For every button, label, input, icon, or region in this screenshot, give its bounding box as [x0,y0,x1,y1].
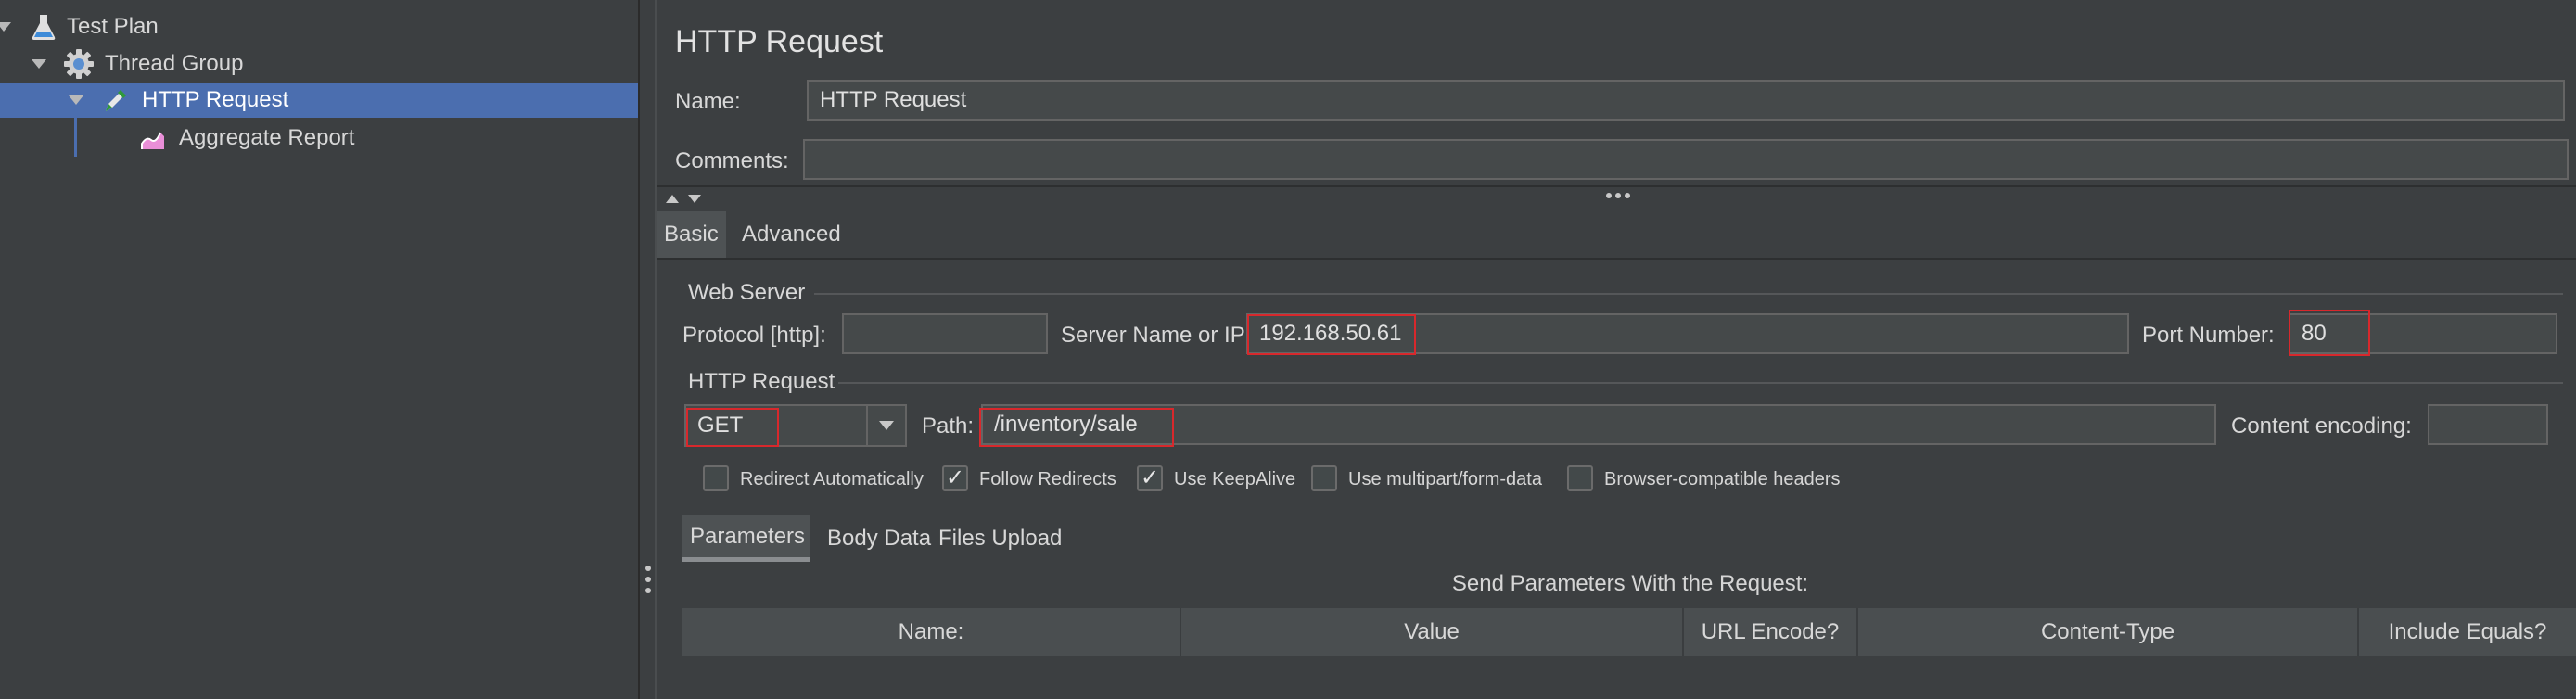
parameters-caption: Send Parameters With the Request: [1451,571,1809,596]
checkbox-label: Use KeepAlive [1174,469,1296,489]
protocol-label: Protocol [http]: [682,323,826,348]
tab-files-upload[interactable]: Files Upload [931,515,1069,562]
expand-arrow-icon[interactable] [0,22,11,32]
tree-item-label: Thread Group [105,51,244,76]
tree-item-label: HTTP Request [142,87,289,112]
test-plan-tree: Test Plan Thread Group HTTP Request Aggr… [0,0,638,699]
path-field[interactable]: /inventory/sale [981,404,2216,445]
expand-arrow-icon[interactable] [32,59,46,69]
tab-body-data[interactable]: Body Data [820,515,938,562]
column-header-url-encode[interactable]: URL Encode? [1684,608,1858,656]
tree-item-aggregate-report[interactable]: Aggregate Report [0,121,638,156]
server-name-field[interactable]: 192.168.50.61 [1246,313,2129,354]
http-request-panel: HTTP Request Name: HTTP Request Comments… [657,0,2576,699]
web-server-section-title: Web Server [688,280,806,305]
page-title: HTTP Request [675,24,884,59]
more-options-icon[interactable] [1606,193,1630,198]
port-number-label: Port Number: [2142,323,2275,348]
parameters-table-header: Name: Value URL Encode? Content-Type Inc… [682,608,2576,656]
tab-divider [657,258,2576,260]
tree-item-http-request[interactable]: HTTP Request [0,83,638,118]
protocol-field[interactable] [842,313,1048,354]
tree-item-thread-group[interactable]: Thread Group [0,46,638,82]
gear-icon [63,48,95,80]
comments-field[interactable] [803,139,2569,180]
column-header-name[interactable]: Name: [682,608,1181,656]
method-value: GET [697,413,744,438]
collapse-up-icon[interactable] [666,195,679,203]
expand-arrow-icon[interactable] [69,95,83,105]
name-field[interactable]: HTTP Request [807,80,2565,121]
chart-icon [137,122,169,154]
method-select[interactable]: GET [684,404,907,447]
panel-splitter[interactable] [638,0,657,699]
tab-basic[interactable]: Basic [657,211,726,258]
tab-advanced[interactable]: Advanced [734,211,848,258]
checkbox-label: Use multipart/form-data [1348,469,1542,489]
section-divider [838,382,2563,384]
use-multipart-checkbox[interactable] [1311,465,1337,491]
comments-label: Comments: [675,148,789,173]
port-number-field[interactable]: 80 [2289,313,2557,354]
use-keepalive-checkbox[interactable]: ✓ [1137,465,1163,491]
follow-redirects-checkbox[interactable]: ✓ [942,465,968,491]
tree-item-test-plan[interactable]: Test Plan [0,9,638,44]
pipette-icon [100,84,132,116]
checkbox-label: Follow Redirects [979,469,1116,489]
column-header-include-equals[interactable]: Include Equals? [2359,608,2576,656]
content-encoding-label: Content encoding: [2231,413,2412,438]
flask-icon [28,11,59,43]
column-header-content-type[interactable]: Content-Type [1858,608,2359,656]
checkbox-label: Redirect Automatically [740,469,924,489]
collapse-bar [657,185,2576,208]
content-encoding-field[interactable] [2428,404,2548,445]
browser-compatible-headers-checkbox[interactable] [1567,465,1593,491]
checkbox-label: Browser-compatible headers [1604,469,1841,489]
path-label: Path: [922,413,975,438]
chevron-down-icon[interactable] [866,406,905,445]
tree-item-label: Aggregate Report [179,125,355,150]
column-header-value[interactable]: Value [1181,608,1684,656]
section-divider [814,293,2563,295]
drag-handle-icon[interactable] [644,566,652,593]
tab-parameters[interactable]: Parameters [682,515,810,562]
name-label: Name: [675,89,741,114]
server-name-label: Server Name or IP: [1061,323,1252,348]
http-request-section-title: HTTP Request [688,369,835,394]
collapse-down-icon[interactable] [688,195,701,203]
redirect-automatically-checkbox[interactable] [703,465,729,491]
tree-item-label: Test Plan [67,14,159,39]
